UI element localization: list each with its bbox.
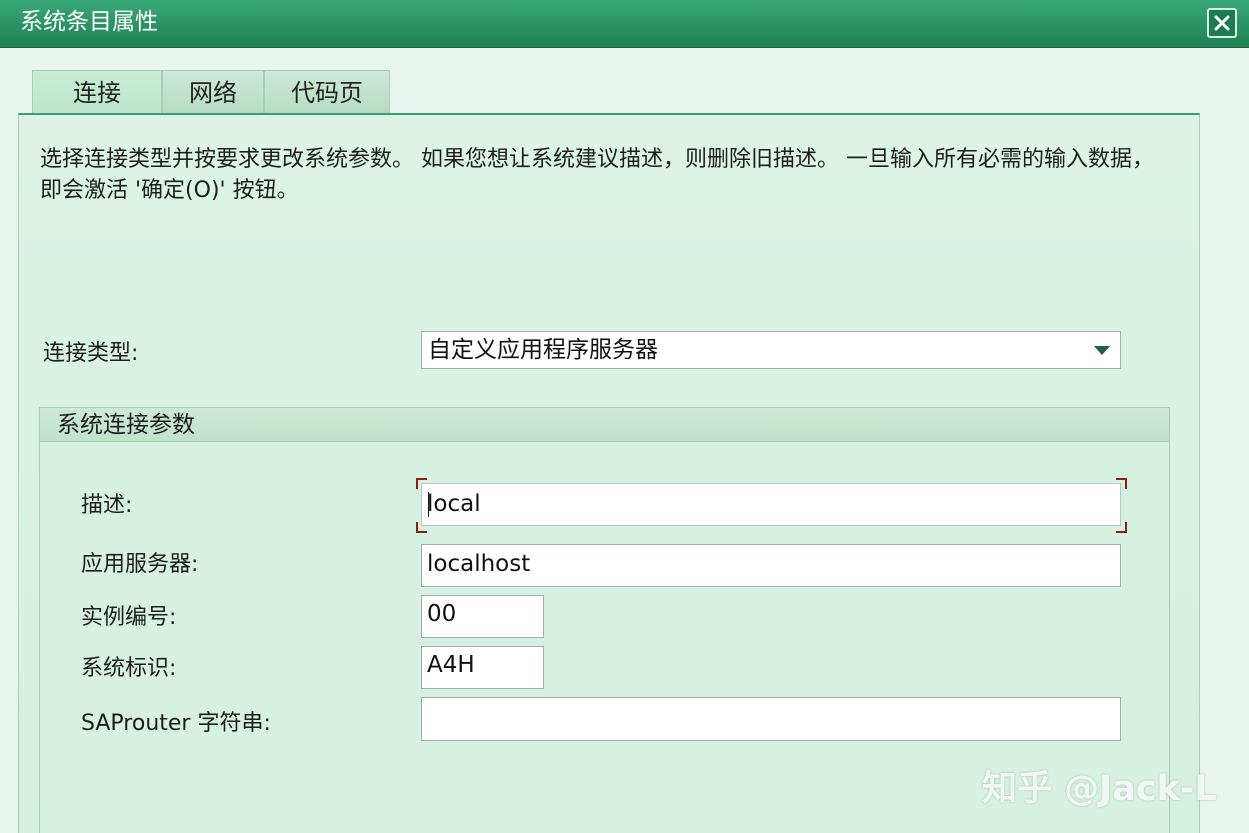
app-server-value: localhost (427, 551, 531, 577)
saprouter-field[interactable] (421, 697, 1121, 741)
text-caret (428, 492, 429, 517)
connection-type-select[interactable]: 自定义应用程序服务器 (421, 331, 1121, 369)
close-icon (1214, 15, 1230, 31)
focus-corner (1116, 522, 1127, 533)
instance-number-label: 实例编号: (81, 605, 177, 630)
description-value: local (427, 491, 481, 517)
system-id-label: 系统标识: (81, 656, 177, 681)
tab-label: 代码页 (291, 79, 363, 107)
connection-type-value: 自定义应用程序服务器 (428, 337, 658, 363)
saprouter-label: SAProuter 字符串: (81, 711, 271, 736)
dialog-window: 系统条目属性 连接 网络 代码页 选择连接类型并按要求更改系统参数。 如果您想让… (0, 0, 1249, 833)
group-header: 系统连接参数 (40, 408, 1169, 442)
description-label: 描述: (81, 493, 133, 518)
tab-network[interactable]: 网络 (162, 70, 264, 113)
app-server-field[interactable]: localhost (421, 544, 1121, 587)
focus-corner (416, 522, 427, 533)
group-title: 系统连接参数 (57, 412, 195, 438)
close-button[interactable] (1207, 8, 1237, 38)
focus-corner (416, 478, 427, 489)
title-bar[interactable]: 系统条目属性 (0, 0, 1249, 48)
instance-number-value: 00 (427, 601, 457, 627)
app-server-label: 应用服务器: (81, 552, 199, 577)
window-title: 系统条目属性 (20, 9, 158, 35)
instance-number-field[interactable]: 00 (421, 595, 544, 638)
instruction-text: 选择连接类型并按要求更改系统参数。 如果您想让系统建议描述，则删除旧描述。 一旦… (40, 147, 1154, 203)
chevron-down-icon[interactable] (1094, 346, 1110, 355)
system-id-value: A4H (427, 652, 475, 678)
description-field[interactable]: local (421, 483, 1121, 526)
focus-corner (1116, 478, 1127, 489)
tab-label: 网络 (189, 79, 237, 107)
tab-label: 连接 (73, 79, 121, 107)
system-id-field[interactable]: A4H (421, 646, 544, 689)
connection-type-label: 连接类型: (43, 341, 139, 366)
tab-connection[interactable]: 连接 (32, 70, 162, 115)
tab-codepage[interactable]: 代码页 (264, 70, 390, 113)
watermark: 知乎 @Jack-L (982, 769, 1217, 809)
